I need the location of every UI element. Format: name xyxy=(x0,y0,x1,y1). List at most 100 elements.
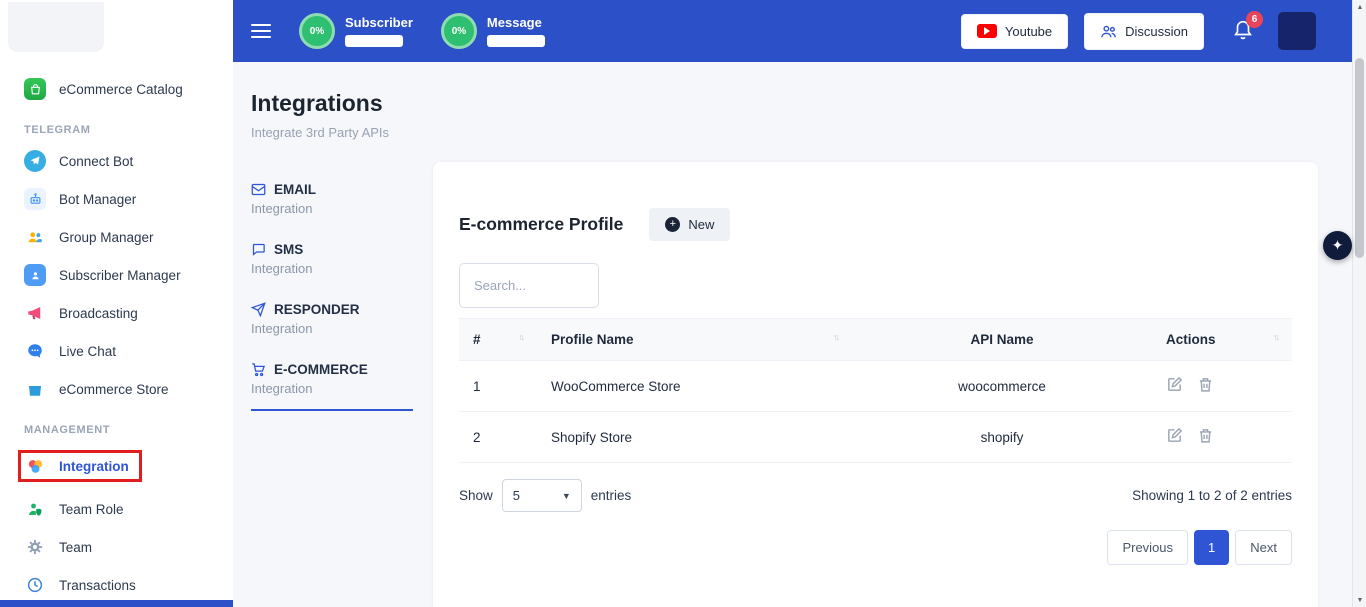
entries-select[interactable]: 5 ▼ xyxy=(502,479,582,512)
table-header-row: #↑↓ Profile Name↑↓ API Name Actions↑↓ xyxy=(459,319,1292,361)
delete-button[interactable] xyxy=(1197,376,1214,396)
chat-icon xyxy=(24,340,46,362)
page-title: Integrations xyxy=(251,90,1318,117)
table-row: 1 WooCommerce Store woocommerce xyxy=(459,361,1292,412)
cart-icon xyxy=(251,362,266,377)
cell-profile-name: Shopify Store xyxy=(537,412,852,463)
page-1-button[interactable]: 1 xyxy=(1194,530,1229,565)
ecommerce-profile-card: E-commerce Profile + New #↑↓ Profile Nam… xyxy=(433,162,1318,607)
cell-api-name: shopify xyxy=(852,412,1152,463)
next-page-button[interactable]: Next xyxy=(1235,530,1292,565)
subnav-item-name: RESPONDER xyxy=(274,302,360,317)
header-num[interactable]: #↑↓ xyxy=(459,319,537,361)
subnav-ecommerce-integration[interactable]: E-COMMERCE Integration xyxy=(251,356,413,411)
edit-icon xyxy=(1166,427,1183,444)
sidebar-item-label: Transactions xyxy=(59,578,136,593)
sidebar-item-live-chat[interactable]: Live Chat xyxy=(0,332,233,370)
page-scrollbar[interactable]: ▲ ▼ xyxy=(1352,0,1366,607)
edit-button[interactable] xyxy=(1166,427,1183,447)
sidebar-section-management: MANAGEMENT xyxy=(0,408,233,442)
card-title: E-commerce Profile xyxy=(459,214,623,235)
message-progress-ring: 0% xyxy=(441,13,477,49)
sidebar-item-team[interactable]: Team xyxy=(0,528,233,566)
discussion-people-icon xyxy=(1100,23,1117,40)
assistant-fab[interactable]: ✦ xyxy=(1323,231,1352,260)
subscriber-progress-ring: 0% xyxy=(299,13,335,49)
message-stat-value-placeholder xyxy=(487,35,545,47)
cell-num: 1 xyxy=(459,361,537,412)
header-profile-name[interactable]: Profile Name↑↓ xyxy=(537,319,852,361)
telegram-icon xyxy=(24,150,46,172)
sidebar-item-label: Connect Bot xyxy=(59,154,133,169)
sidebar-item-label: Team Role xyxy=(59,502,124,517)
new-button-label: New xyxy=(688,217,714,232)
show-label: Show xyxy=(459,488,493,503)
cell-actions xyxy=(1152,412,1292,463)
edit-icon xyxy=(1166,376,1183,393)
discussion-button[interactable]: Discussion xyxy=(1084,13,1204,50)
sidebar: eCommerce Catalog TELEGRAM Connect Bot B… xyxy=(0,0,233,600)
cell-num: 2 xyxy=(459,412,537,463)
sms-icon xyxy=(251,242,266,257)
sidebar-item-label: Broadcasting xyxy=(59,306,138,321)
notification-count-badge: 6 xyxy=(1246,11,1263,28)
search-input[interactable] xyxy=(459,263,599,308)
message-stat: 0% Message xyxy=(441,13,545,49)
header-actions[interactable]: Actions↑↓ xyxy=(1152,319,1292,361)
delete-button[interactable] xyxy=(1197,427,1214,447)
cell-profile-name: WooCommerce Store xyxy=(537,361,852,412)
entries-control: Show 5 ▼ entries xyxy=(459,479,631,512)
sidebar-item-broadcasting[interactable]: Broadcasting xyxy=(0,294,233,332)
header-api-name[interactable]: API Name xyxy=(852,319,1152,361)
main-area: 0% Subscriber 0% Message Youtube xyxy=(233,0,1366,607)
youtube-button[interactable]: Youtube xyxy=(961,14,1068,49)
sidebar-item-team-role[interactable]: Team Role xyxy=(0,490,233,528)
previous-page-button[interactable]: Previous xyxy=(1107,530,1188,565)
sidebar-item-bot-manager[interactable]: Bot Manager xyxy=(0,180,233,218)
sidebar-item-label: Integration xyxy=(59,459,129,474)
subnav-item-sub: Integration xyxy=(251,321,413,336)
integration-icon xyxy=(24,455,46,477)
scrollbar-down-arrow[interactable]: ▼ xyxy=(1353,593,1366,607)
subnav-email-integration[interactable]: EMAIL Integration xyxy=(251,176,413,229)
user-avatar[interactable] xyxy=(1278,12,1316,50)
sidebar-item-transactions[interactable]: Transactions xyxy=(0,566,233,600)
sidebar-item-ecommerce-catalog[interactable]: eCommerce Catalog xyxy=(0,70,233,108)
sidebar-item-label: Live Chat xyxy=(59,344,116,359)
transactions-icon xyxy=(24,574,46,596)
entries-select-value: 5 xyxy=(513,488,520,503)
discussion-button-label: Discussion xyxy=(1125,24,1188,39)
sidebar-item-integration[interactable]: Integration xyxy=(0,442,233,490)
scrollbar-up-arrow[interactable]: ▲ xyxy=(1353,0,1366,14)
subnav-responder-integration[interactable]: RESPONDER Integration xyxy=(251,296,413,349)
sidebar-item-label: Subscriber Manager xyxy=(59,268,181,283)
subnav-item-name: EMAIL xyxy=(274,182,316,197)
robot-icon xyxy=(24,188,46,210)
sort-icon: ↑↓ xyxy=(518,332,523,342)
sidebar-item-group-manager[interactable]: Group Manager xyxy=(0,218,233,256)
subscriber-stat-label: Subscriber xyxy=(345,15,413,30)
sidebar-item-label: Bot Manager xyxy=(59,192,136,207)
catalog-bag-icon xyxy=(24,78,46,100)
subnav-sms-integration[interactable]: SMS Integration xyxy=(251,236,413,289)
sidebar-item-subscriber-manager[interactable]: Subscriber Manager xyxy=(0,256,233,294)
group-icon xyxy=(24,226,46,248)
youtube-icon xyxy=(977,24,997,38)
sidebar-item-connect-bot[interactable]: Connect Bot xyxy=(0,142,233,180)
chevron-down-icon: ▼ xyxy=(562,491,571,501)
email-icon xyxy=(251,182,266,197)
edit-button[interactable] xyxy=(1166,376,1183,396)
app-root: eCommerce Catalog TELEGRAM Connect Bot B… xyxy=(0,0,1366,607)
hamburger-menu-icon[interactable] xyxy=(251,24,271,38)
message-stat-label: Message xyxy=(487,15,545,30)
logo-placeholder xyxy=(8,2,104,52)
sidebar-item-label: Group Manager xyxy=(59,230,154,245)
sort-icon: ↑↓ xyxy=(1273,332,1278,342)
notifications-bell[interactable]: 6 xyxy=(1232,18,1254,45)
trash-icon xyxy=(1197,376,1214,393)
trash-icon xyxy=(1197,427,1214,444)
page-content: Integrations Integrate 3rd Party APIs EM… xyxy=(233,62,1366,607)
sidebar-item-ecommerce-store[interactable]: eCommerce Store xyxy=(0,370,233,408)
new-profile-button[interactable]: + New xyxy=(649,208,730,241)
scrollbar-thumb[interactable] xyxy=(1355,58,1364,258)
